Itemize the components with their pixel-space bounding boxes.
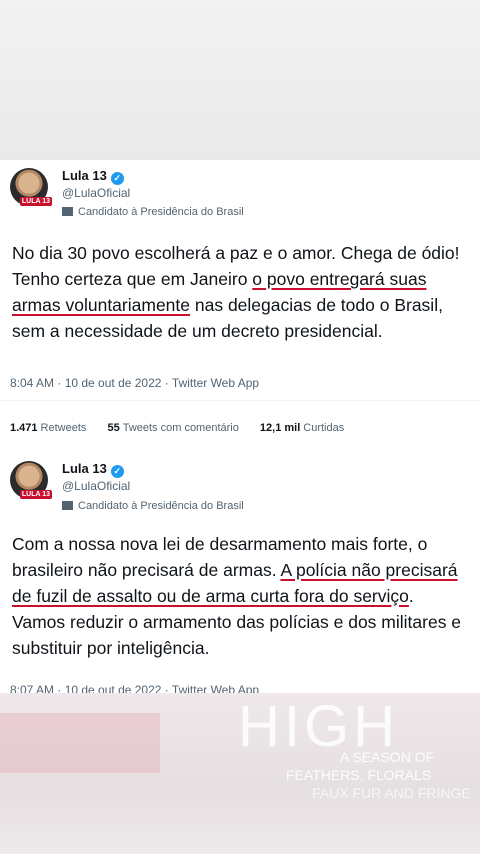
candidate-label-icon [62,207,73,216]
likes-count: 12,1 mil [259,422,301,434]
tweet-card[interactable]: LULA 13 Lula 13 ✓ @LulaOficial Candidato … [0,455,480,697]
verified-badge-icon: ✓ [110,172,124,185]
handle[interactable]: @LulaOficial [62,186,130,200]
display-name[interactable]: Lula 13 ✓ [62,461,124,478]
tweet-text: No dia 30 povo escolherá a paz e o amor.… [12,240,462,344]
candidate-label-text: Candidato à Presidência do Brasil [78,500,244,512]
retweets-count: 1.471 [10,422,38,434]
tweet-stats: 1.471 Retweets 55 Tweets com comentário 12… [10,422,362,434]
quotes-stat[interactable]: 55 Tweets com comentário [107,422,238,434]
handle[interactable]: @LulaOficial [62,479,130,493]
tweet-text: Com a nossa nova lei de desarmamento mai… [12,531,462,661]
candidate-label-text: Candidato à Presidência do Brasil [78,206,244,218]
overlay-blur [0,713,160,773]
quotes-count: 55 [107,422,120,434]
candidate-label: Candidato à Presidência do Brasil [62,500,244,512]
tweet-timestamp[interactable]: 8:04 AM · 10 de out de 2022 · Twitter We… [10,376,259,390]
verified-badge-icon: ✓ [110,465,124,478]
avatar[interactable]: LULA 13 [10,168,52,206]
quotes-label: Tweets com comentário [122,422,239,434]
watermark-line: FAUX FUR AND FRINGE [312,785,471,801]
avatar-badge: LULA 13 [19,490,52,499]
likes-label: Curtidas [303,422,345,434]
display-name[interactable]: Lula 13 ✓ [62,168,124,185]
retweets-label: Retweets [40,422,87,434]
watermark-line: FEATHERS, FLORALS [286,767,432,783]
video-overlay-bottom: HIGH A SEASON OF FEATHERS, FLORALS FAUX … [0,693,480,854]
divider [0,400,480,401]
avatar-badge: LULA 13 [19,197,52,206]
watermark-line: A SEASON OF [340,749,435,765]
display-name-text: Lula 13 [62,168,107,183]
candidate-label: Candidato à Presidência do Brasil [62,206,244,218]
tweet-card[interactable]: LULA 13 Lula 13 ✓ @LulaOficial Candidato … [0,160,480,460]
display-name-text: Lula 13 [62,461,107,476]
avatar[interactable]: LULA 13 [10,461,52,499]
likes-stat[interactable]: 12,1 mil Curtidas [260,422,344,434]
retweets-stat[interactable]: 1.471 Retweets [10,422,86,434]
candidate-label-icon [62,501,73,510]
video-overlay-top [0,0,480,160]
